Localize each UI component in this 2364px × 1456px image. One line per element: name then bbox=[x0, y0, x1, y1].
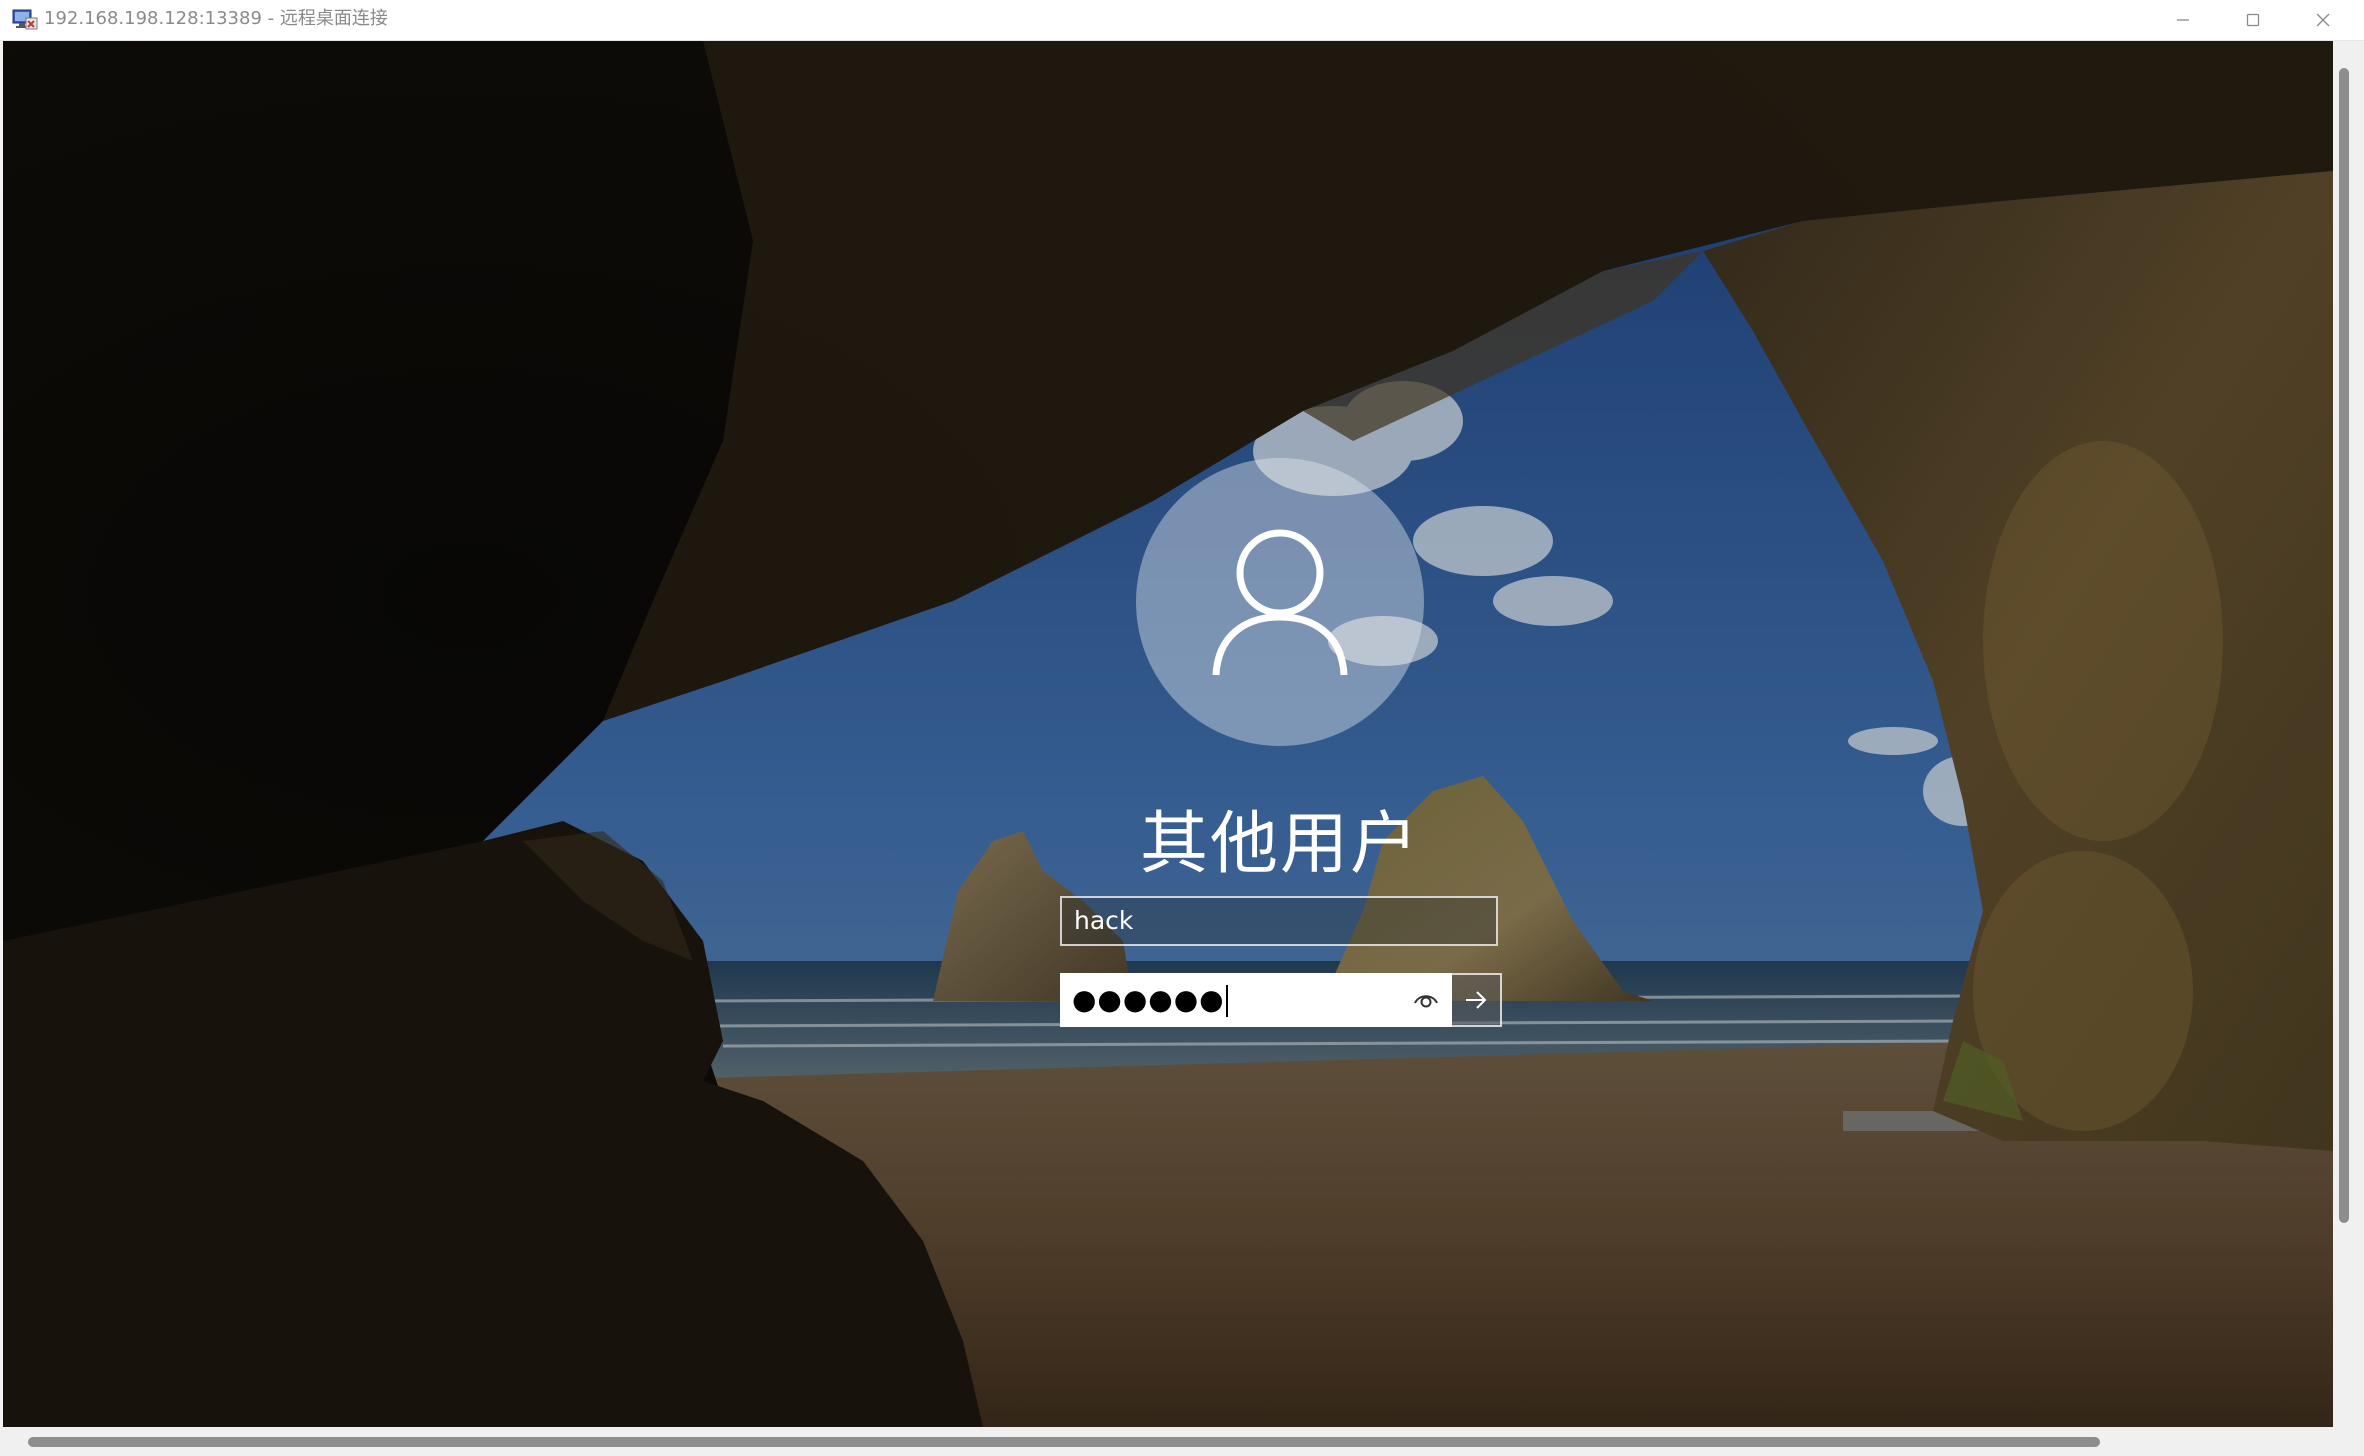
maximize-icon bbox=[2246, 13, 2260, 27]
text-caret bbox=[1225, 985, 1228, 1017]
user-avatar bbox=[1136, 458, 1424, 746]
username-input[interactable]: hack bbox=[1060, 896, 1498, 946]
reveal-password-button[interactable] bbox=[1412, 987, 1440, 1013]
close-icon bbox=[2316, 13, 2330, 27]
close-button[interactable] bbox=[2288, 0, 2358, 40]
wallpaper-dim-overlay bbox=[3, 41, 2333, 1427]
vertical-scrollbar-thumb[interactable] bbox=[2339, 68, 2349, 1223]
horizontal-scrollbar-thumb[interactable] bbox=[28, 1437, 2100, 1447]
remote-session-view[interactable] bbox=[3, 41, 2333, 1427]
title-bar[interactable]: 192.168.198.128:13389 - 远程桌面连接 bbox=[0, 0, 2364, 41]
arrow-right-icon bbox=[1466, 991, 1487, 1009]
minimize-icon bbox=[2177, 19, 2189, 21]
eye-icon bbox=[1414, 995, 1438, 1008]
maximize-button[interactable] bbox=[2218, 0, 2288, 40]
account-name-label: 其他用户 bbox=[1139, 805, 1420, 884]
password-input[interactable]: ●●●●●● bbox=[1060, 973, 1452, 1027]
password-dots: ●●●●●● bbox=[1072, 983, 1225, 1016]
minimize-button[interactable] bbox=[2148, 0, 2218, 40]
submit-button[interactable] bbox=[1452, 973, 1502, 1027]
remote-desktop-icon bbox=[12, 8, 38, 30]
window-title: 192.168.198.128:13389 - 远程桌面连接 bbox=[44, 8, 388, 29]
user-icon bbox=[1212, 529, 1348, 676]
password-row: ●●●●●● bbox=[1060, 973, 1502, 1027]
remote-desktop-window: 192.168.198.128:13389 - 远程桌面连接 其他用户 hack… bbox=[0, 0, 2364, 1456]
